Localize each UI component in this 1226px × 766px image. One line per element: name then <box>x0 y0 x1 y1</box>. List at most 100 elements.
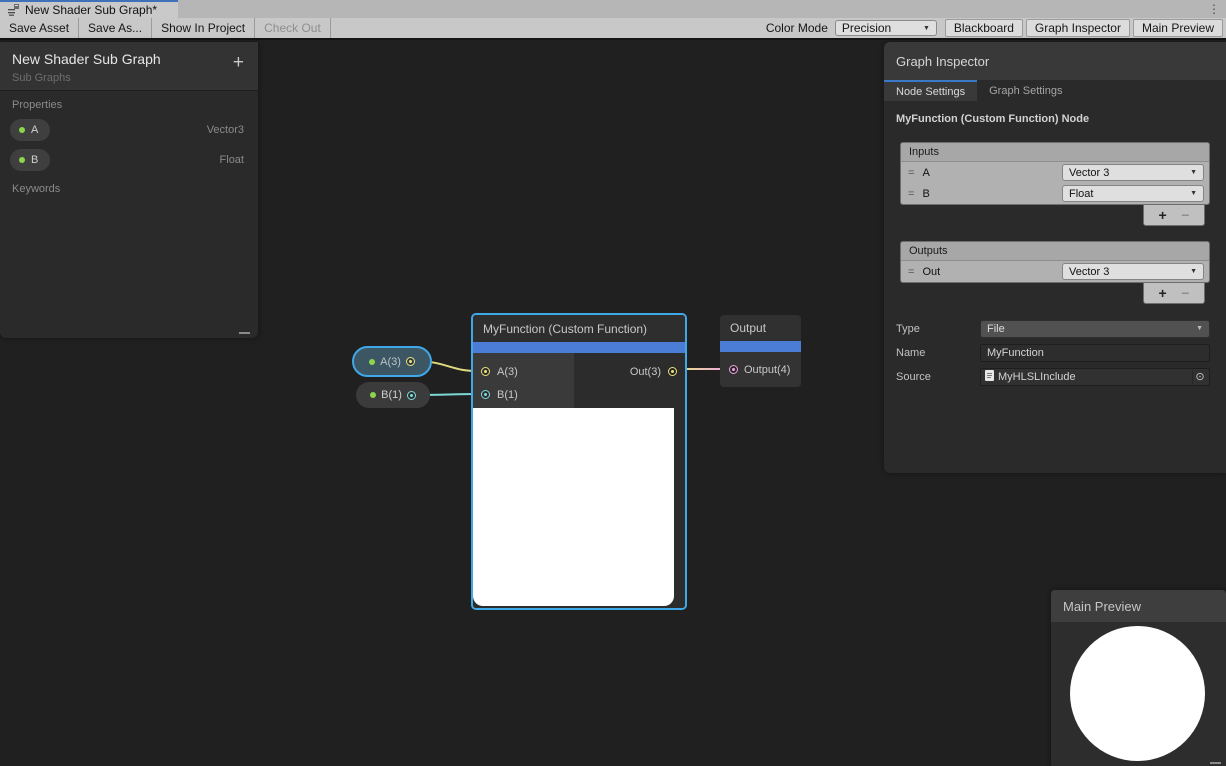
blackboard-toggle-button[interactable]: Blackboard <box>945 19 1023 37</box>
node-slots: A(3) B(1) Out(3) <box>473 353 685 408</box>
slot-label: B(1) <box>497 389 518 401</box>
input-type-value: Vector 3 <box>1069 167 1109 179</box>
inputs-row-a[interactable]: = A Vector 3 ▼ <box>901 162 1209 183</box>
blackboard-header: New Shader Sub Graph Sub Graphs + <box>0 42 258 91</box>
property-row-b: B Float <box>0 145 258 175</box>
node-preview-area <box>473 408 685 608</box>
input-port-float-icon[interactable] <box>481 390 490 399</box>
toolbar-left-group: Save Asset Save As... Show In Project Ch… <box>0 18 331 38</box>
save-as-button[interactable]: Save As... <box>79 18 152 38</box>
input-slot-a: A(3) <box>473 360 574 383</box>
tab-graph-settings[interactable]: Graph Settings <box>977 80 1074 101</box>
exposed-dot-icon <box>19 127 25 133</box>
output-type-dropdown[interactable]: Vector 3 ▼ <box>1062 263 1204 280</box>
chevron-down-icon: ▼ <box>923 25 930 32</box>
output-node-slot: Output(4) <box>720 352 801 387</box>
name-input[interactable] <box>980 344 1210 362</box>
inputs-list-title: Inputs <box>901 143 1209 162</box>
property-node-a[interactable]: A(3) <box>352 346 432 377</box>
tab-new-shader-sub-graph[interactable]: New Shader Sub Graph* <box>0 0 178 18</box>
property-pill-b[interactable]: B <box>10 149 50 171</box>
show-in-project-button[interactable]: Show In Project <box>152 18 255 38</box>
outputs-list: Outputs = Out Vector 3 ▼ + − <box>900 241 1210 283</box>
exposed-dot-icon <box>19 157 25 163</box>
graph-toolbar: Save Asset Save As... Show In Project Ch… <box>0 18 1226 40</box>
tab-title: New Shader Sub Graph* <box>25 3 157 17</box>
node-settings-heading: MyFunction (Custom Function) Node <box>884 101 1226 125</box>
output-slot-out: Out(3) <box>574 360 685 383</box>
custom-function-node[interactable]: MyFunction (Custom Function) A(3) B(1) O… <box>471 313 687 610</box>
blackboard-subtitle: Sub Graphs <box>12 72 246 84</box>
name-field-row: Name <box>884 343 1210 362</box>
input-type-value: Float <box>1069 188 1093 200</box>
output-port-float-icon[interactable] <box>407 391 416 400</box>
outputs-list-title: Outputs <box>901 242 1209 261</box>
main-preview-viewport[interactable] <box>1051 622 1226 766</box>
inputs-list-footer: + − <box>1143 205 1205 226</box>
input-port-vector3-icon[interactable] <box>481 367 490 376</box>
tab-node-settings[interactable]: Node Settings <box>884 80 977 101</box>
color-mode-dropdown[interactable]: Precision ▼ <box>835 20 937 36</box>
chevron-down-icon: ▼ <box>1196 325 1203 332</box>
remove-output-button[interactable]: − <box>1181 285 1189 301</box>
resize-handle[interactable] <box>239 332 250 334</box>
type-value: File <box>987 323 1005 335</box>
output-type-value: Vector 3 <box>1069 266 1109 278</box>
chevron-down-icon: ▼ <box>1190 190 1197 197</box>
input-name: B <box>922 188 1062 200</box>
object-picker-icon[interactable]: ⊙ <box>1192 370 1207 384</box>
blackboard-title: New Shader Sub Graph <box>12 51 246 67</box>
save-asset-button[interactable]: Save Asset <box>0 18 79 38</box>
add-input-button[interactable]: + <box>1159 207 1167 223</box>
check-out-button: Check Out <box>255 18 331 38</box>
main-preview-toggle-button[interactable]: Main Preview <box>1133 19 1223 37</box>
output-port-vector3-icon[interactable] <box>668 367 677 376</box>
input-type-dropdown[interactable]: Float ▼ <box>1062 185 1204 202</box>
source-label: Source <box>896 371 980 383</box>
type-dropdown[interactable]: File ▼ <box>980 320 1210 338</box>
shader-graph-icon <box>8 4 20 16</box>
output-slot-column: Out(3) <box>574 353 685 408</box>
type-field-row: Type File ▼ <box>884 319 1210 338</box>
drag-handle-icon[interactable]: = <box>908 266 914 278</box>
property-name: A <box>31 124 38 136</box>
color-mode-value: Precision <box>842 21 891 35</box>
chevron-down-icon: ▼ <box>1190 268 1197 275</box>
preview-sphere <box>1070 626 1205 761</box>
remove-input-button[interactable]: − <box>1181 207 1189 223</box>
property-node-b[interactable]: B(1) <box>356 382 430 408</box>
inspector-tabs: Node Settings Graph Settings <box>884 80 1226 101</box>
outputs-row-out[interactable]: = Out Vector 3 ▼ <box>901 261 1209 282</box>
toolbar-right-group: Color Mode Precision ▼ Blackboard Graph … <box>759 18 1226 38</box>
graph-inspector-panel: Graph Inspector Node Settings Graph Sett… <box>884 42 1226 473</box>
graph-inspector-toggle-button[interactable]: Graph Inspector <box>1026 19 1130 37</box>
property-node-label: A(3) <box>380 356 401 368</box>
main-preview-title: Main Preview <box>1051 590 1226 622</box>
properties-section-label: Properties <box>0 91 258 115</box>
output-port-vector3-icon[interactable] <box>406 357 415 366</box>
add-output-button[interactable]: + <box>1159 285 1167 301</box>
property-pill-a[interactable]: A <box>10 119 50 141</box>
input-port-vector4-icon[interactable] <box>729 365 738 374</box>
slot-label: Out(3) <box>630 366 661 378</box>
inputs-row-b[interactable]: = B Float ▼ <box>901 183 1209 204</box>
node-title[interactable]: Output <box>720 315 801 341</box>
exposed-dot-icon <box>369 359 375 365</box>
input-type-dropdown[interactable]: Vector 3 ▼ <box>1062 164 1204 181</box>
output-node[interactable]: Output Output(4) <box>720 315 801 387</box>
resize-handle[interactable] <box>1210 762 1221 764</box>
property-name: B <box>31 154 38 166</box>
output-name: Out <box>922 266 1062 278</box>
keywords-section-label: Keywords <box>0 175 258 199</box>
source-object-field[interactable]: MyHLSLInclude ⊙ <box>980 368 1210 386</box>
drag-handle-icon[interactable]: = <box>908 167 914 179</box>
drag-handle-icon[interactable]: = <box>908 188 914 200</box>
graph-inspector-title: Graph Inspector <box>884 42 1226 80</box>
add-property-button[interactable]: + <box>233 54 244 72</box>
source-field-row: Source MyHLSLInclude ⊙ <box>884 367 1210 386</box>
kebab-menu-icon[interactable]: ⋮ <box>1208 1 1220 17</box>
slot-label: Output(4) <box>744 364 790 376</box>
source-value: MyHLSLInclude <box>998 371 1192 383</box>
color-mode-label: Color Mode <box>759 21 835 35</box>
node-title[interactable]: MyFunction (Custom Function) <box>473 315 685 342</box>
